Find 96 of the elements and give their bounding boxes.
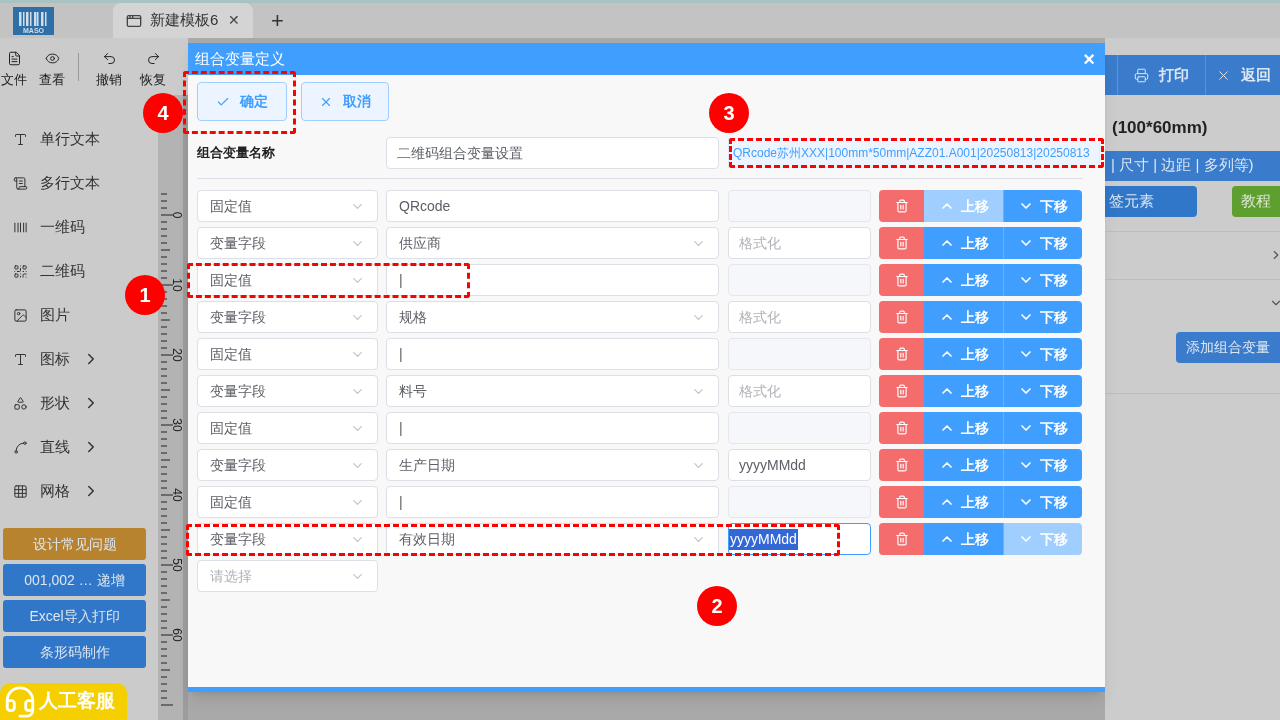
trash-icon (894, 310, 909, 324)
image-icon (13, 307, 28, 323)
sidebar-item[interactable]: 单行文本 (0, 117, 100, 161)
value-field[interactable]: | (386, 338, 719, 370)
line-icon (13, 439, 28, 455)
format-field[interactable]: yyyyMMdd (728, 449, 871, 481)
trash-icon (894, 273, 909, 287)
window-icon (126, 12, 142, 29)
toolbar-button[interactable]: 返回 (1206, 55, 1280, 95)
ruler-label: 30 (170, 418, 183, 432)
eye-icon (44, 51, 60, 66)
format-field[interactable]: yyyyMMdd (728, 523, 871, 555)
type-select[interactable]: 固定值 (197, 486, 378, 518)
trash-icon (894, 199, 909, 213)
type-select[interactable]: 规格 (386, 301, 719, 333)
delete-button[interactable] (879, 449, 924, 481)
delete-button[interactable] (879, 523, 924, 555)
delete-button[interactable] (879, 227, 924, 259)
step-marker: 4 (143, 93, 183, 133)
text-icon (13, 351, 28, 367)
delete-button[interactable] (879, 412, 924, 444)
printer-icon (1134, 67, 1149, 83)
trash-icon (894, 532, 909, 546)
type-select[interactable]: 固定值 (197, 190, 378, 222)
ruler-label: 60 (170, 628, 183, 642)
add-combined-variable-button[interactable]: 添加组合变量 (1176, 331, 1280, 363)
sidebar-button[interactable]: 001,002 … 递增 (3, 564, 146, 596)
barcode-icon (18, 12, 49, 26)
sidebar-item[interactable]: 图片 (0, 293, 70, 337)
sidebar-item[interactable]: 图标 (0, 337, 100, 381)
trash-icon (894, 421, 909, 435)
step-marker: 1 (125, 275, 165, 315)
sidebar-item[interactable]: 一维码 (0, 205, 85, 249)
document-tab[interactable]: 新建模板6 ✕ (113, 3, 253, 38)
sidebar-item[interactable]: 直线 (0, 425, 100, 469)
trash-icon (894, 236, 909, 250)
sidebar-item[interactable]: 网格 (0, 469, 100, 513)
ruler-label: 10 (170, 278, 183, 292)
name-field[interactable]: 二维码组合变量设置 (386, 137, 719, 169)
text-icon (13, 131, 28, 147)
delete-button[interactable] (879, 486, 924, 518)
document-icon (6, 51, 22, 66)
toolbar-button[interactable]: 打印 (1118, 55, 1206, 95)
panel-button[interactable]: 签元素 (1105, 185, 1197, 217)
trash-icon (894, 347, 909, 361)
type-select[interactable]: 固定值 (197, 264, 378, 296)
info-bar: | 尺寸 | 边距 | 多列等) (1105, 150, 1280, 181)
sidebar-item[interactable]: 二维码 (0, 249, 85, 293)
type-select[interactable]: 供应商 (386, 227, 719, 259)
barcode-icon (13, 219, 28, 235)
sidebar-item[interactable]: 多行文本 (0, 161, 100, 205)
type-select[interactable]: 生产日期 (386, 449, 719, 481)
qr-code-icon (13, 263, 28, 279)
toolbar-button[interactable]: 恢复 (133, 51, 173, 90)
sidebar-item[interactable]: 形状 (0, 381, 100, 425)
toolbar-button[interactable]: 撤销 (89, 51, 129, 90)
delete-button[interactable] (879, 190, 924, 222)
ruler-label: 50 (170, 558, 183, 572)
type-select[interactable]: 料号 (386, 375, 719, 407)
ruler-label: 40 (170, 488, 183, 502)
document-icon (13, 175, 28, 191)
delete-button[interactable] (879, 264, 924, 296)
headset-icon (3, 684, 37, 719)
undo-icon (101, 51, 117, 66)
type-select[interactable]: 变量字段 (197, 301, 378, 333)
value-field[interactable]: | (386, 486, 719, 518)
toolbar-button[interactable]: 文件 (0, 51, 28, 90)
type-select[interactable]: 变量字段 (197, 523, 378, 555)
label-title: (100*60mm) (1112, 117, 1209, 139)
sidebar-button[interactable]: Excel导入打印 (3, 600, 146, 632)
type-select[interactable]: 有效日期 (386, 523, 719, 555)
dialog-title: 组合变量定义 (195, 48, 285, 69)
redo-icon (145, 51, 161, 66)
value-field[interactable]: QRcode (386, 190, 719, 222)
type-select[interactable]: 变量字段 (197, 449, 378, 481)
toolbar-button[interactable]: 查看 (32, 51, 72, 90)
type-select[interactable]: 变量字段 (197, 375, 378, 407)
grid-icon (13, 483, 28, 499)
value-field[interactable]: | (386, 412, 719, 444)
close-tab-button[interactable]: ✕ (228, 10, 240, 31)
trash-icon (894, 458, 909, 472)
value-field[interactable]: | (386, 264, 719, 296)
ruler-label: 0 (170, 211, 183, 219)
trash-icon (894, 384, 909, 398)
delete-button[interactable] (879, 301, 924, 333)
type-select[interactable]: 固定值 (197, 338, 378, 370)
ruler-label: 20 (170, 348, 183, 362)
new-tab-button[interactable]: + (271, 10, 284, 32)
type-select[interactable]: 变量字段 (197, 227, 378, 259)
shapes-icon (13, 395, 28, 411)
name-label: 组合变量名称 (197, 144, 276, 163)
trash-icon (894, 495, 909, 509)
delete-button[interactable] (879, 338, 924, 370)
delete-button[interactable] (879, 375, 924, 407)
sidebar-button[interactable]: 条形码制作 (3, 636, 146, 668)
type-select[interactable]: 固定值 (197, 412, 378, 444)
